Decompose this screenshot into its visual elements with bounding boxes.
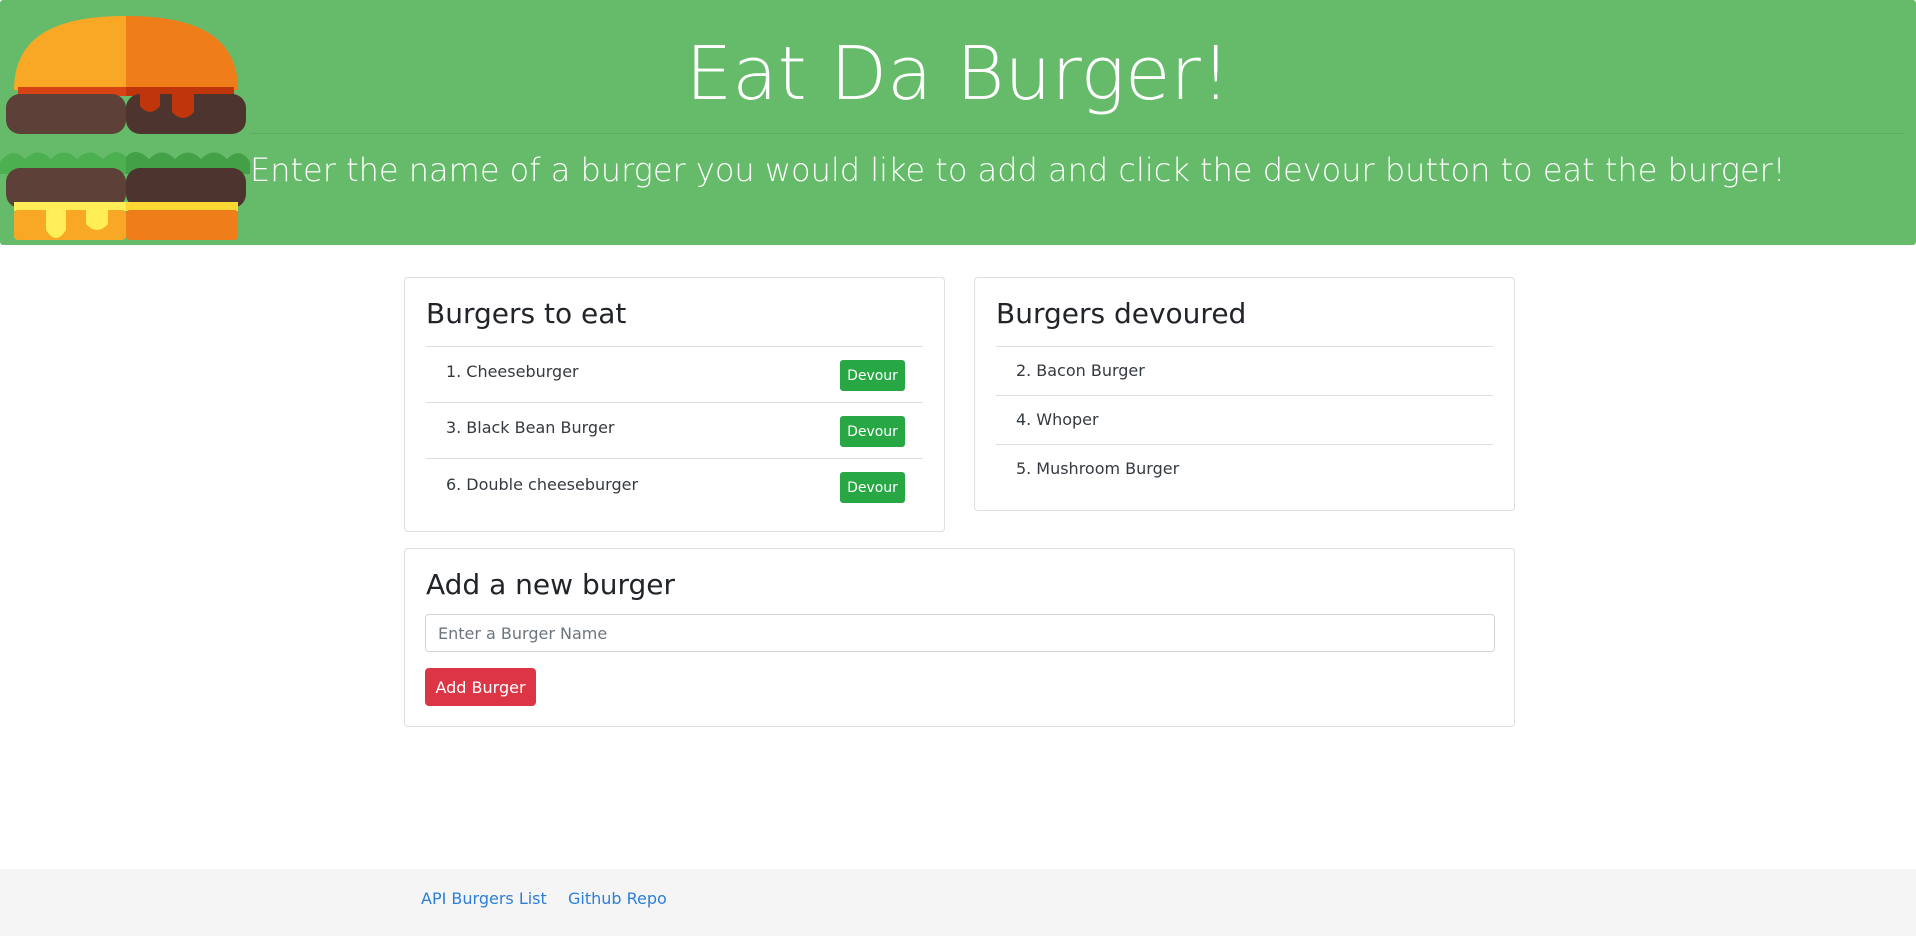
list-item-name: Bacon Burger <box>1036 360 1145 380</box>
burgers-to-eat-card: Burgers to eat 1. Cheeseburger Devour 3. B… <box>404 277 945 532</box>
list-item-name: Mushroom Burger <box>1036 459 1180 478</box>
burgers-devoured-title: Burgers devoured <box>996 297 1247 330</box>
list-item-name: Cheeseburger <box>466 362 579 381</box>
footer: API Burgers List Github Repo <box>0 869 1916 936</box>
devour-button[interactable]: Devour <box>840 472 905 503</box>
page-lead: Enter the name of a burger you would lik… <box>250 151 1786 189</box>
list-item: 2. Bacon Burger <box>996 347 1493 396</box>
burgers-to-eat-list: 1. Cheeseburger Devour 3. Black Bean Burge… <box>426 346 923 515</box>
list-item-name: Double cheeseburger <box>466 474 639 494</box>
header-divider <box>250 133 1905 134</box>
devour-button[interactable]: Devour <box>840 416 905 447</box>
list-item: 6. Double cheeseburger Devour <box>426 459 923 515</box>
list-item-number: 1. <box>446 362 462 381</box>
burgers-devoured-card: Burgers devoured 2. Bacon Burger 4. Whoper… <box>974 277 1515 511</box>
burgers-devoured-list: 2. Bacon Burger 4. Whoper 5. Mushroom Burge… <box>996 346 1493 494</box>
add-burger-button[interactable]: Add Burger <box>425 668 536 706</box>
list-item: 1. Cheeseburger Devour <box>426 347 923 403</box>
list-item-number: 3. <box>446 418 462 437</box>
burger-name-input[interactable] <box>425 614 1495 652</box>
list-item-number: 6. <box>446 474 462 494</box>
add-burger-card: Add a new burger Add Burger <box>404 548 1515 727</box>
list-item-name: Black Bean Burger <box>466 418 615 437</box>
list-item: 4. Whoper <box>996 396 1493 445</box>
github-repo-link[interactable]: Github Repo <box>568 889 667 908</box>
list-item: 5. Mushroom Burger <box>996 445 1493 494</box>
burgers-to-eat-title: Burgers to eat <box>426 297 627 330</box>
api-burgers-list-link[interactable]: API Burgers List <box>421 889 547 908</box>
list-item-name: Whoper <box>1036 409 1099 429</box>
list-item-number: 2. <box>1016 360 1032 380</box>
add-burger-title: Add a new burger <box>426 568 675 601</box>
list-item-number: 5. <box>1016 459 1032 478</box>
page-title: Eat Da Burger! <box>685 31 1231 117</box>
list-item-number: 4. <box>1016 409 1032 429</box>
header-jumbotron: Eat Da Burger! Enter the name of a burge… <box>0 0 1916 245</box>
list-item: 3. Black Bean Burger Devour <box>426 403 923 459</box>
devour-button[interactable]: Devour <box>840 360 905 391</box>
